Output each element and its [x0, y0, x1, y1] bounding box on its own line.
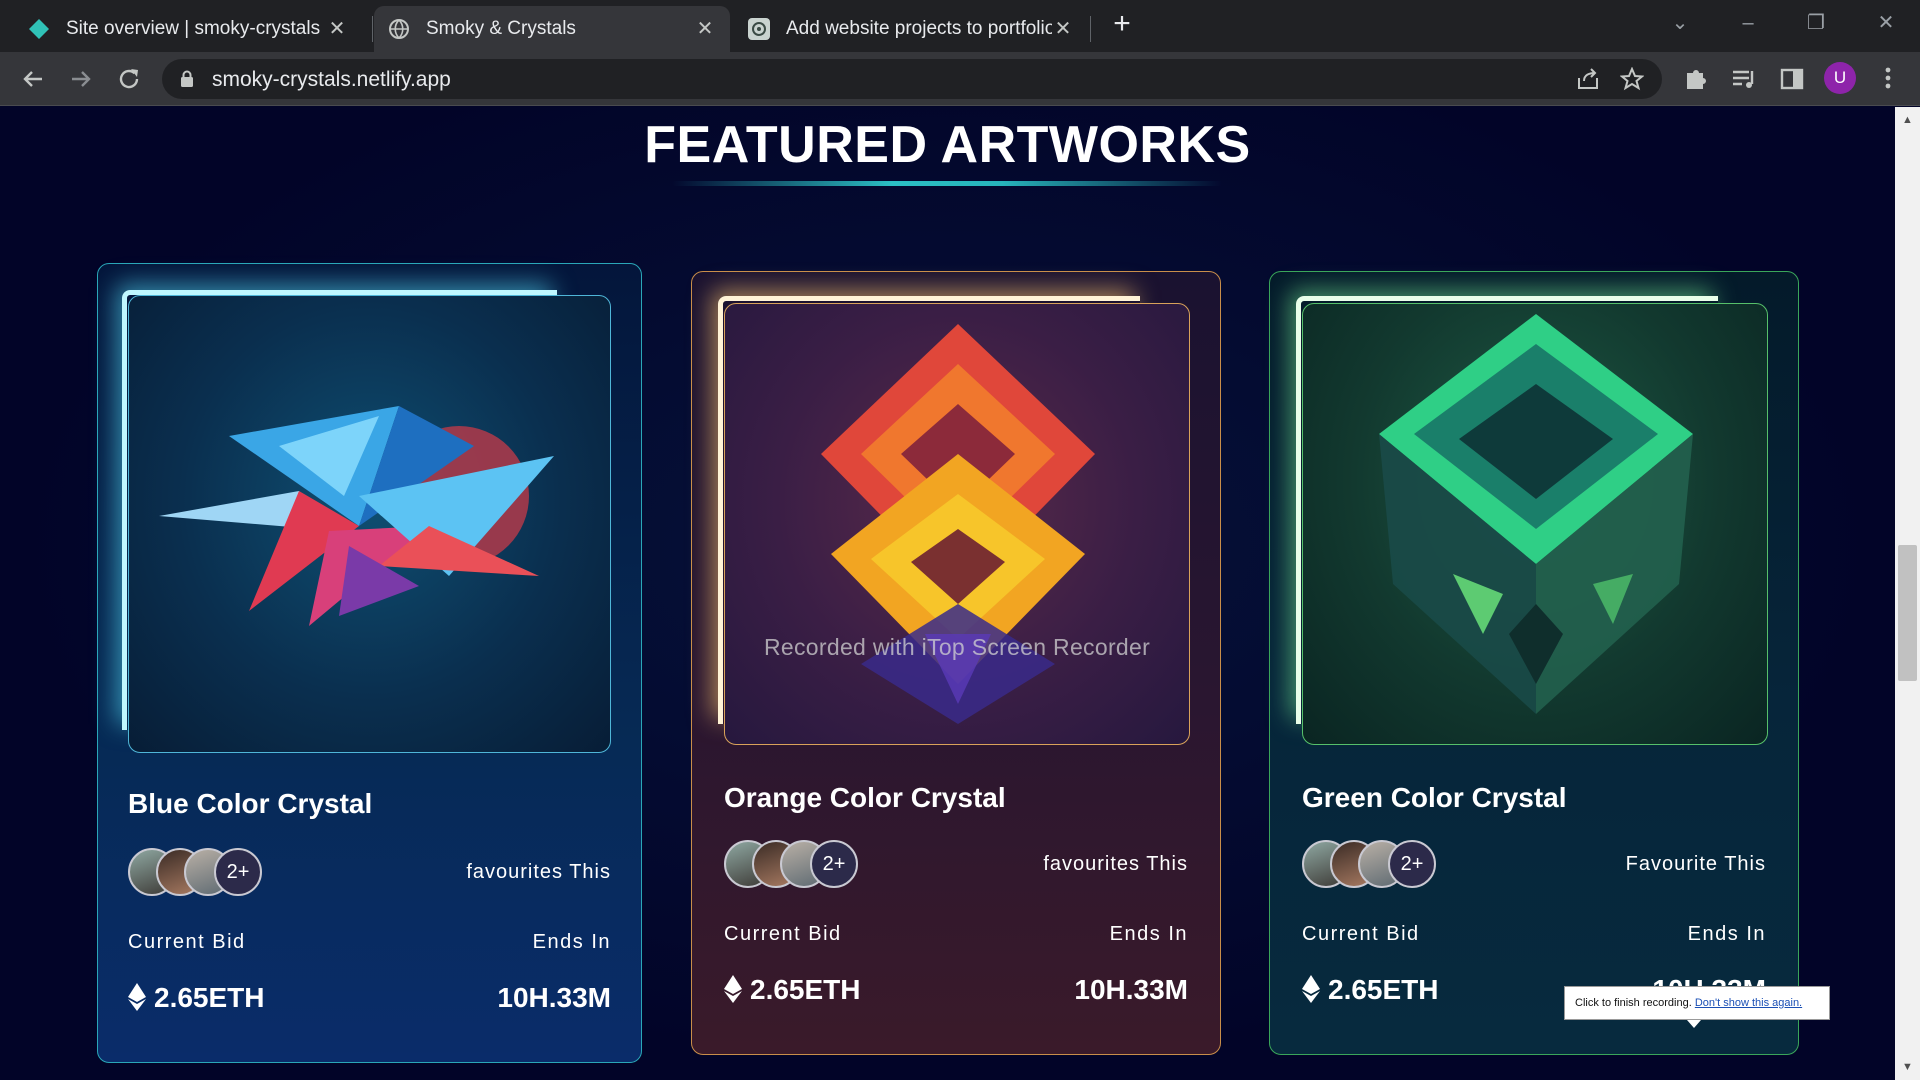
vertical-scrollbar[interactable]: ▲ ▼ — [1895, 107, 1920, 1080]
lock-icon[interactable] — [180, 70, 194, 93]
forward-arrow-icon[interactable] — [66, 64, 96, 94]
favourite-label[interactable]: favourites This — [1043, 853, 1188, 876]
tab-divider — [372, 16, 373, 42]
ends-in-label: Ends In — [532, 931, 611, 953]
chatgpt-icon — [748, 18, 770, 40]
scroll-up-arrow-icon[interactable]: ▲ — [1901, 115, 1914, 126]
back-arrow-icon[interactable] — [18, 64, 48, 94]
ethereum-icon — [128, 983, 146, 1011]
close-tab-icon[interactable]: ✕ — [1052, 18, 1074, 40]
close-tab-icon[interactable]: ✕ — [694, 18, 716, 40]
artwork-card-orange[interactable]: Orange Color Crystal 2+ favourites This … — [691, 271, 1221, 1055]
artwork-image-blue-crystal[interactable] — [128, 295, 611, 753]
artwork-title: Green Color Crystal — [1302, 782, 1567, 813]
tab-title: Add website projects to portfolio — [786, 18, 1052, 39]
artwork-image-orange-crystal[interactable] — [724, 303, 1190, 745]
ends-in-label: Ends In — [1687, 923, 1766, 945]
scroll-down-arrow-icon[interactable]: ▼ — [1901, 1062, 1914, 1073]
close-tab-icon[interactable]: ✕ — [326, 18, 348, 40]
share-icon[interactable] — [1576, 68, 1600, 95]
tab-title: Site overview | smoky-crystals — [66, 18, 321, 39]
collector-avatars: 2+ — [128, 848, 268, 898]
bookmark-star-icon[interactable] — [1619, 66, 1645, 96]
reload-icon[interactable] — [114, 64, 144, 94]
url-text: smoky-crystals.netlify.app — [212, 68, 451, 91]
restore-icon[interactable]: ❐ — [1796, 8, 1836, 38]
netlify-icon — [28, 18, 50, 40]
title-underline — [672, 181, 1222, 186]
dont-show-again-link[interactable]: Don't show this again. — [1695, 997, 1802, 1009]
tab-strip: Site overview | smoky-crystals ✕ Smoky &… — [0, 0, 1920, 52]
bid-value: 2.65ETH — [1302, 974, 1439, 1006]
page-viewport: FEATURED ARTWORKS Blue Color Crystal 2+ … — [0, 107, 1895, 1080]
bid-amount: 2.65ETH — [750, 974, 861, 1005]
ends-in-value: 10H.33M — [497, 982, 611, 1013]
tab-smoky-crystals[interactable]: Smoky & Crystals ✕ — [374, 6, 730, 52]
more-collectors-badge[interactable]: 2+ — [214, 848, 262, 896]
more-collectors-badge[interactable]: 2+ — [1388, 840, 1436, 888]
favourite-label[interactable]: favourites This — [466, 861, 611, 884]
current-bid-label: Current Bid — [128, 931, 246, 953]
ends-in-label: Ends In — [1109, 923, 1188, 945]
bid-value: 2.65ETH — [128, 982, 265, 1014]
minimize-icon[interactable]: – — [1728, 8, 1768, 38]
bid-value: 2.65ETH — [724, 974, 861, 1006]
recording-tooltip[interactable]: Click to finish recording. Don't show th… — [1564, 986, 1830, 1028]
tab-site-overview[interactable]: Site overview | smoky-crystals ✕ — [14, 6, 362, 52]
ethereum-icon — [724, 975, 742, 1003]
artwork-card-green[interactable]: Green Color Crystal 2+ Favourite This Cu… — [1269, 271, 1799, 1055]
more-collectors-badge[interactable]: 2+ — [810, 840, 858, 888]
bid-amount: 2.65ETH — [154, 982, 265, 1013]
recorder-watermark: Recorded with iTop Screen Recorder — [764, 634, 1151, 660]
profile-avatar[interactable]: U — [1824, 62, 1856, 94]
artwork-title: Orange Color Crystal — [724, 782, 1006, 813]
extensions-puzzle-icon[interactable] — [1682, 65, 1710, 93]
browser-toolbar: smoky-crystals.netlify.app — [0, 52, 1920, 106]
favourite-label[interactable]: Favourite This — [1626, 853, 1766, 876]
collector-avatars: 2+ — [724, 840, 864, 890]
side-panel-icon[interactable] — [1778, 65, 1806, 93]
window-close-icon[interactable]: ✕ — [1866, 8, 1906, 38]
tab-divider — [1090, 16, 1091, 42]
scrollbar-thumb[interactable] — [1898, 545, 1917, 681]
address-bar[interactable]: smoky-crystals.netlify.app — [162, 59, 1662, 99]
globe-icon — [388, 18, 410, 40]
tab-search-chevron-icon[interactable]: ⌄ — [1660, 8, 1700, 38]
new-tab-button[interactable]: + — [1108, 9, 1136, 40]
tab-title: Smoky & Crystals — [426, 18, 576, 39]
artwork-image-green-crystal[interactable] — [1302, 303, 1768, 745]
kebab-menu-icon[interactable] — [1878, 64, 1898, 92]
tab-portfolio[interactable]: Add website projects to portfolio ✕ — [734, 6, 1088, 52]
tooltip-text: Click to finish recording. — [1575, 997, 1692, 1009]
section-title: FEATURED ARTWORKS — [644, 116, 1251, 174]
collector-avatars: 2+ — [1302, 840, 1442, 890]
media-queue-icon[interactable] — [1730, 65, 1758, 93]
artwork-card-blue[interactable]: Blue Color Crystal 2+ favourites This Cu… — [97, 263, 642, 1063]
current-bid-label: Current Bid — [724, 923, 842, 945]
artwork-title: Blue Color Crystal — [128, 788, 373, 819]
bid-amount: 2.65ETH — [1328, 974, 1439, 1005]
tooltip-pointer — [1687, 1020, 1701, 1028]
ends-in-value: 10H.33M — [1074, 974, 1188, 1005]
current-bid-label: Current Bid — [1302, 923, 1420, 945]
ethereum-icon — [1302, 975, 1320, 1003]
